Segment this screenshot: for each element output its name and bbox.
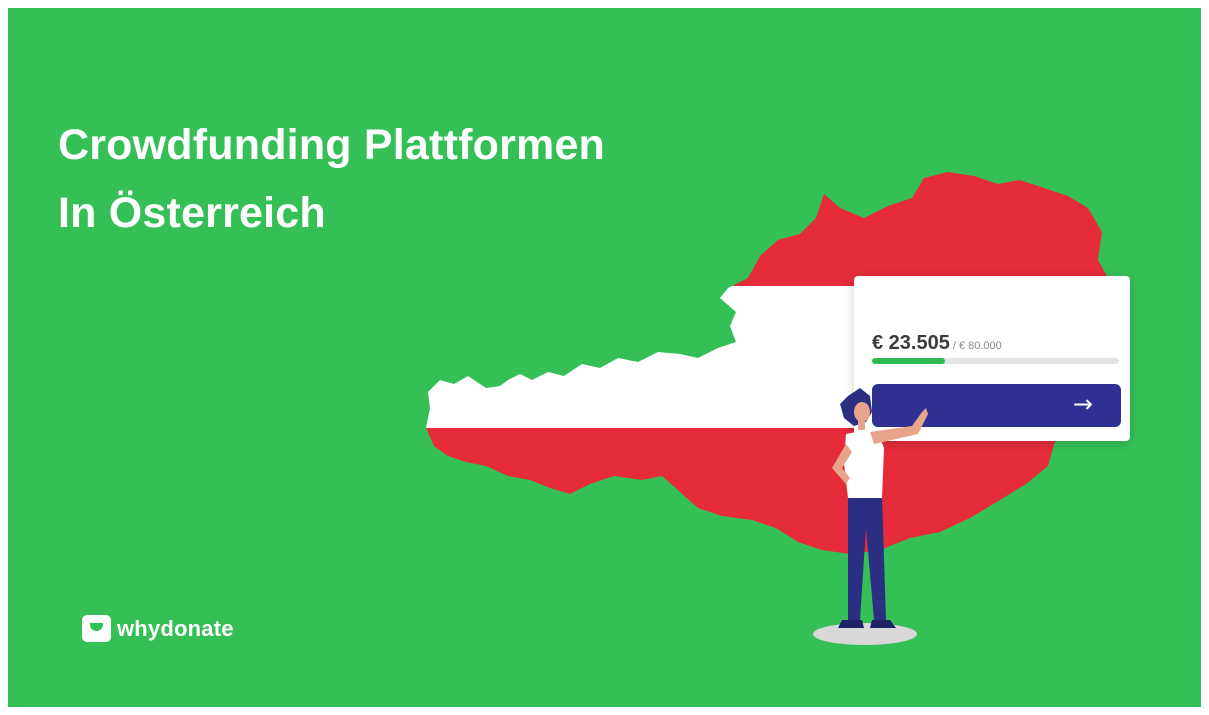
person-arm-raised [870,408,928,444]
person-neck [858,420,865,430]
hero-banner: Crowdfunding Plattformen In Österreich €… [8,8,1201,707]
ground-shadow [813,623,917,645]
whydonate-logo-icon [82,615,111,642]
person-shoe-left [838,620,864,628]
woman-pointing-illustration [813,388,928,645]
person-legs [848,495,886,620]
whydonate-logo[interactable]: whydonate [82,615,234,642]
person-shoe-right [870,620,896,628]
person-face [854,402,870,422]
brand-name: whydonate [117,615,234,641]
